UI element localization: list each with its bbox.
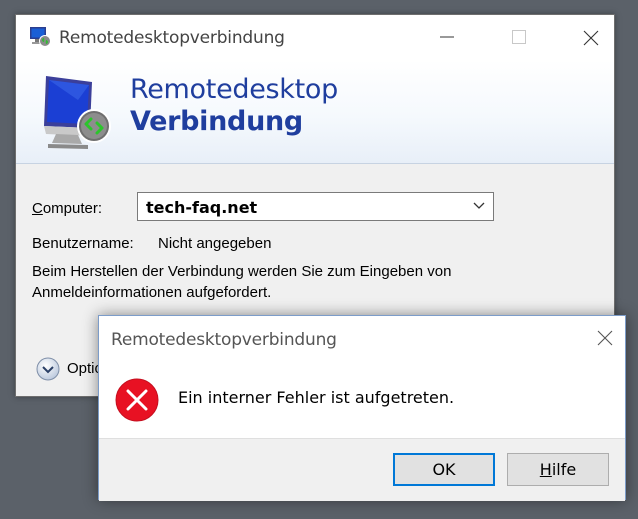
banner-title-line2: Verbindung (130, 106, 303, 137)
maximize-icon (512, 30, 526, 44)
dialog-title: Remotedesktopverbindung (111, 330, 337, 350)
dialog-footer: OK Hilfe (99, 438, 625, 501)
header-banner: Remotedesktop Verbindung (16, 60, 614, 164)
minimize-icon (440, 36, 454, 38)
chevron-down-circle-icon (36, 357, 60, 381)
computer-combobox[interactable]: tech-faq.net (137, 192, 494, 221)
ok-button[interactable]: OK (393, 453, 495, 486)
username-value: Nicht angegeben (158, 235, 272, 252)
remote-desktop-icon (28, 26, 52, 48)
username-label: Benutzername: (32, 235, 134, 252)
error-dialog: Remotedesktopverbindung Ein interner Feh… (98, 315, 627, 501)
remote-desktop-monitor-icon (38, 70, 118, 154)
chevron-down-icon (473, 202, 485, 209)
error-x-icon (115, 378, 159, 422)
computer-value: tech-faq.net (146, 198, 258, 217)
banner-title-line1: Remotedesktop (130, 74, 338, 105)
help-button[interactable]: Hilfe (507, 453, 609, 486)
close-button[interactable] (567, 15, 613, 60)
title-bar[interactable]: Remotedesktopverbindung (16, 15, 614, 60)
close-icon (583, 30, 599, 46)
close-icon (597, 330, 613, 346)
options-expand-button[interactable] (36, 357, 60, 381)
computer-label: Computer: (32, 200, 103, 217)
dialog-close-button[interactable] (583, 316, 627, 360)
maximize-button[interactable] (496, 15, 542, 60)
info-text: Beim Herstellen der Verbindung werden Si… (32, 263, 452, 301)
error-message: Ein interner Fehler ist aufgetreten. (178, 388, 455, 407)
window-title: Remotedesktopverbindung (59, 28, 285, 48)
minimize-button[interactable] (424, 15, 470, 60)
